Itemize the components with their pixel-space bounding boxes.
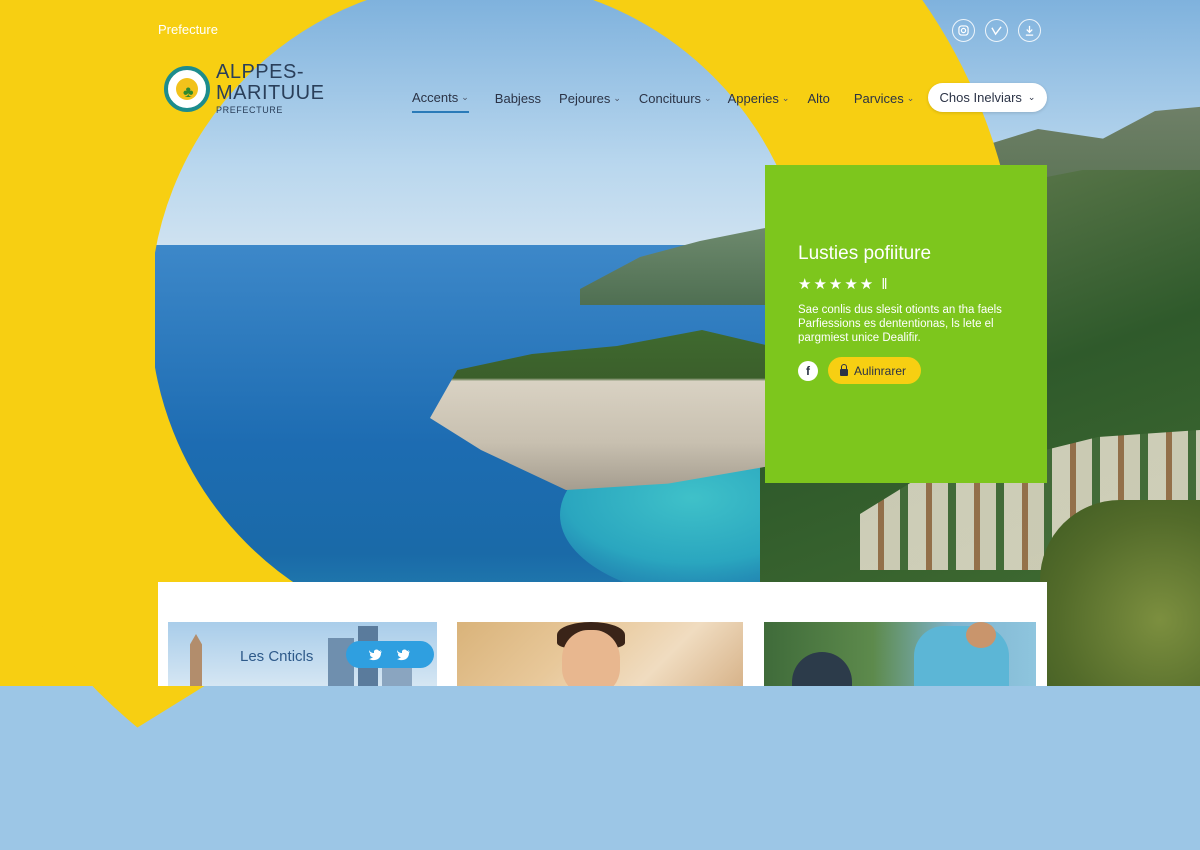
logo-emblem: ♣ bbox=[164, 65, 210, 112]
foliage bbox=[1040, 500, 1200, 686]
chevron-down-icon: ⌄ bbox=[1027, 92, 1036, 102]
chevron-down-icon: ⌄ bbox=[461, 92, 469, 102]
card-actions: f Aulinrarer bbox=[798, 357, 922, 384]
logo-text: ALPPES- MARITUUE PREFECTURE bbox=[216, 62, 324, 115]
star-rating: ★★★★★ ‖ bbox=[798, 276, 890, 293]
logo-subtitle: PREFECTURE bbox=[216, 105, 284, 115]
twitter-icon[interactable] bbox=[369, 649, 383, 661]
nav-item-parvices[interactable]: Parvices ⌄ bbox=[854, 91, 914, 112]
card-description: Sae conlis dus slesit otionts an tha fae… bbox=[798, 304, 1002, 344]
article-tile-1[interactable]: Les Cnticls bbox=[168, 622, 437, 686]
chevron-down-icon: ⌄ bbox=[613, 93, 621, 103]
feature-card: Lusties pofiiture ★★★★★ ‖ Sae conlis dus… bbox=[765, 165, 1047, 483]
nav-item-alto[interactable]: Alto bbox=[807, 91, 829, 112]
site-logo[interactable]: ♣ ALPPES- MARITUUE PREFECTURE bbox=[164, 62, 324, 115]
instagram-icon[interactable] bbox=[952, 19, 975, 42]
vimeo-icon[interactable] bbox=[985, 19, 1008, 42]
share-bar[interactable] bbox=[346, 641, 434, 668]
palm-tree-icon: ♣ bbox=[183, 83, 194, 101]
twitter-icon[interactable] bbox=[397, 649, 411, 661]
article-tile-2[interactable] bbox=[457, 622, 743, 686]
main-nav: Accents ⌄ Babjess Pejoures ⌄ Concituurs ⌄ A… bbox=[412, 90, 914, 113]
photo-person-head bbox=[966, 622, 996, 648]
chevron-down-icon: ⌄ bbox=[906, 93, 915, 103]
logo-line1: ALPPES- bbox=[216, 61, 304, 83]
card-action-button[interactable]: Aulinrarer bbox=[828, 357, 922, 384]
card-title: Lusties pofiiture bbox=[798, 243, 932, 264]
photo-person bbox=[792, 652, 852, 686]
facebook-icon[interactable]: f bbox=[798, 360, 818, 381]
chevron-down-icon: ⌄ bbox=[704, 93, 712, 103]
nav-item-accents[interactable]: Accents ⌄ bbox=[412, 90, 469, 113]
top-label: Prefecture bbox=[158, 22, 218, 37]
cta-dropdown-button[interactable]: Chos Inelviars ⌄ bbox=[928, 83, 1047, 112]
nav-item-apperies[interactable]: Apperies ⌄ bbox=[728, 91, 790, 112]
chevron-down-icon: ⌄ bbox=[781, 93, 790, 103]
lock-icon bbox=[840, 363, 848, 376]
article-tile-3[interactable] bbox=[764, 622, 1036, 686]
church-tower-image bbox=[190, 634, 202, 686]
nav-item-pejoures[interactable]: Pejoures ⌄ bbox=[559, 91, 621, 112]
nav-item-babjess[interactable]: Babjess bbox=[495, 91, 541, 112]
logo-line2: MARITUUE bbox=[216, 82, 325, 104]
photo-person-face bbox=[562, 630, 620, 686]
nav-item-concituurs[interactable]: Concituurs ⌄ bbox=[639, 91, 712, 112]
download-icon[interactable] bbox=[1018, 19, 1041, 42]
social-icons bbox=[952, 19, 1041, 42]
tile-title: Les Cnticls bbox=[240, 648, 314, 665]
